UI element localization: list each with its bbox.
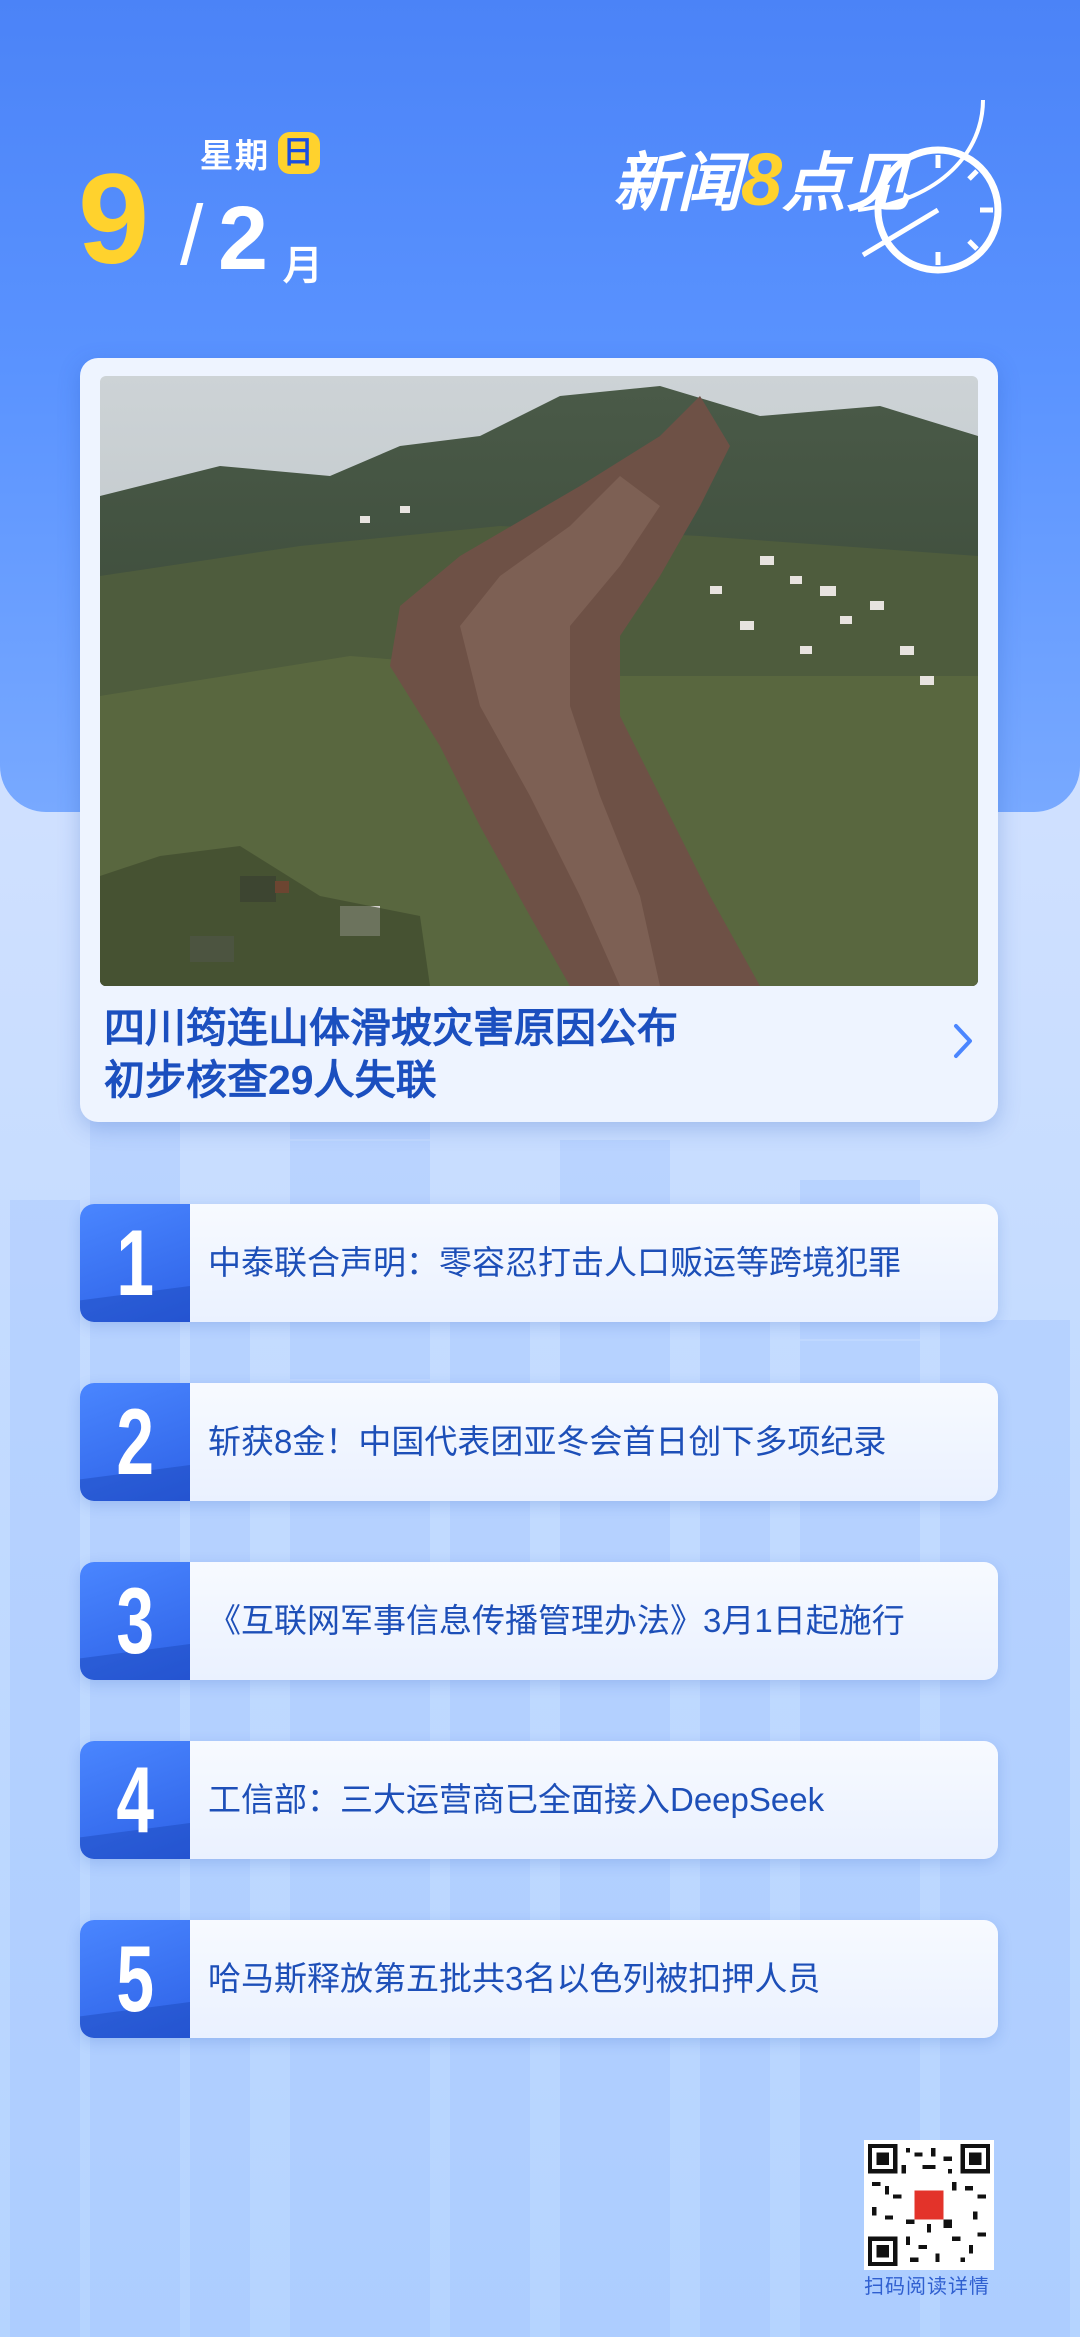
news-item[interactable]: 5 哈马斯释放第五批共3名以色列被扣押人员 bbox=[80, 1920, 998, 2038]
headline-title: 四川筠连山体滑坡灾害原因公布 初步核查29人失联 bbox=[104, 1002, 904, 1106]
month-unit: 月 bbox=[283, 244, 323, 288]
news-item-text: 《互联网军事信息传播管理办法》3月1日起施行 bbox=[208, 1602, 905, 1639]
date-slash: / bbox=[180, 188, 204, 282]
month-number: 2 bbox=[218, 189, 269, 289]
news-item-number: 2 bbox=[80, 1383, 190, 1501]
news-item-text: 中泰联合声明：零容忍打击人口贩运等跨境犯罪 bbox=[208, 1244, 901, 1281]
headline-title-line1: 四川筠连山体滑坡灾害原因公布 bbox=[104, 1005, 678, 1051]
day-number: 9 bbox=[78, 148, 150, 291]
qr-code[interactable] bbox=[864, 2140, 994, 2270]
news-item-text: 哈马斯释放第五批共3名以色列被扣押人员 bbox=[208, 1960, 821, 1997]
logo-text-1: 新闻 bbox=[613, 147, 750, 219]
news-item-number-text: 1 bbox=[116, 1210, 154, 1315]
news-item-number: 1 bbox=[80, 1204, 190, 1322]
news-item[interactable]: 3 《互联网军事信息传播管理办法》3月1日起施行 bbox=[80, 1562, 998, 1680]
logo-text-8: 8 bbox=[741, 138, 783, 221]
news-item-text: 斩获8金！中国代表团亚冬会首日创下多项纪录 bbox=[208, 1423, 887, 1460]
news-item-number: 4 bbox=[80, 1741, 190, 1859]
headline-title-line2: 初步核查29人失联 bbox=[104, 1057, 437, 1103]
news-item-number: 3 bbox=[80, 1562, 190, 1680]
news-item-number-text: 3 bbox=[116, 1568, 154, 1673]
chevron-right-icon[interactable] bbox=[948, 1018, 978, 1064]
logo-text: 新闻8点见 bbox=[613, 138, 913, 221]
logo-text-2: 点见 bbox=[782, 147, 913, 219]
headline-card[interactable]: 四川筠连山体滑坡灾害原因公布 初步核查29人失联 bbox=[80, 358, 998, 1122]
news-item[interactable]: 1 中泰联合声明：零容忍打击人口贩运等跨境犯罪 bbox=[80, 1204, 998, 1322]
news-item[interactable]: 2 斩获8金！中国代表团亚冬会首日创下多项纪录 bbox=[80, 1383, 998, 1501]
landslide-photo bbox=[100, 376, 978, 986]
news-item-number-text: 2 bbox=[116, 1389, 154, 1494]
brand-logo: 新闻8点见 bbox=[613, 99, 1002, 274]
weekday-label: 星期 日 bbox=[200, 129, 320, 177]
news-item-text: 工信部：三大运营商已全面接入DeepSeek bbox=[208, 1781, 825, 1818]
news-item-number-text: 4 bbox=[116, 1747, 154, 1852]
news-item[interactable]: 4 工信部：三大运营商已全面接入DeepSeek bbox=[80, 1741, 998, 1859]
news-item-number: 5 bbox=[80, 1920, 190, 2038]
news-item-number-text: 5 bbox=[116, 1926, 154, 2031]
qr-logo bbox=[914, 2190, 944, 2220]
date-block: 星期 日 9 / 2 月 bbox=[78, 125, 378, 295]
weekday-prefix: 星期 bbox=[200, 137, 270, 174]
weekday-badge: 日 bbox=[278, 132, 320, 174]
qr-code-label: 扫码阅读详情 bbox=[864, 2276, 990, 2298]
